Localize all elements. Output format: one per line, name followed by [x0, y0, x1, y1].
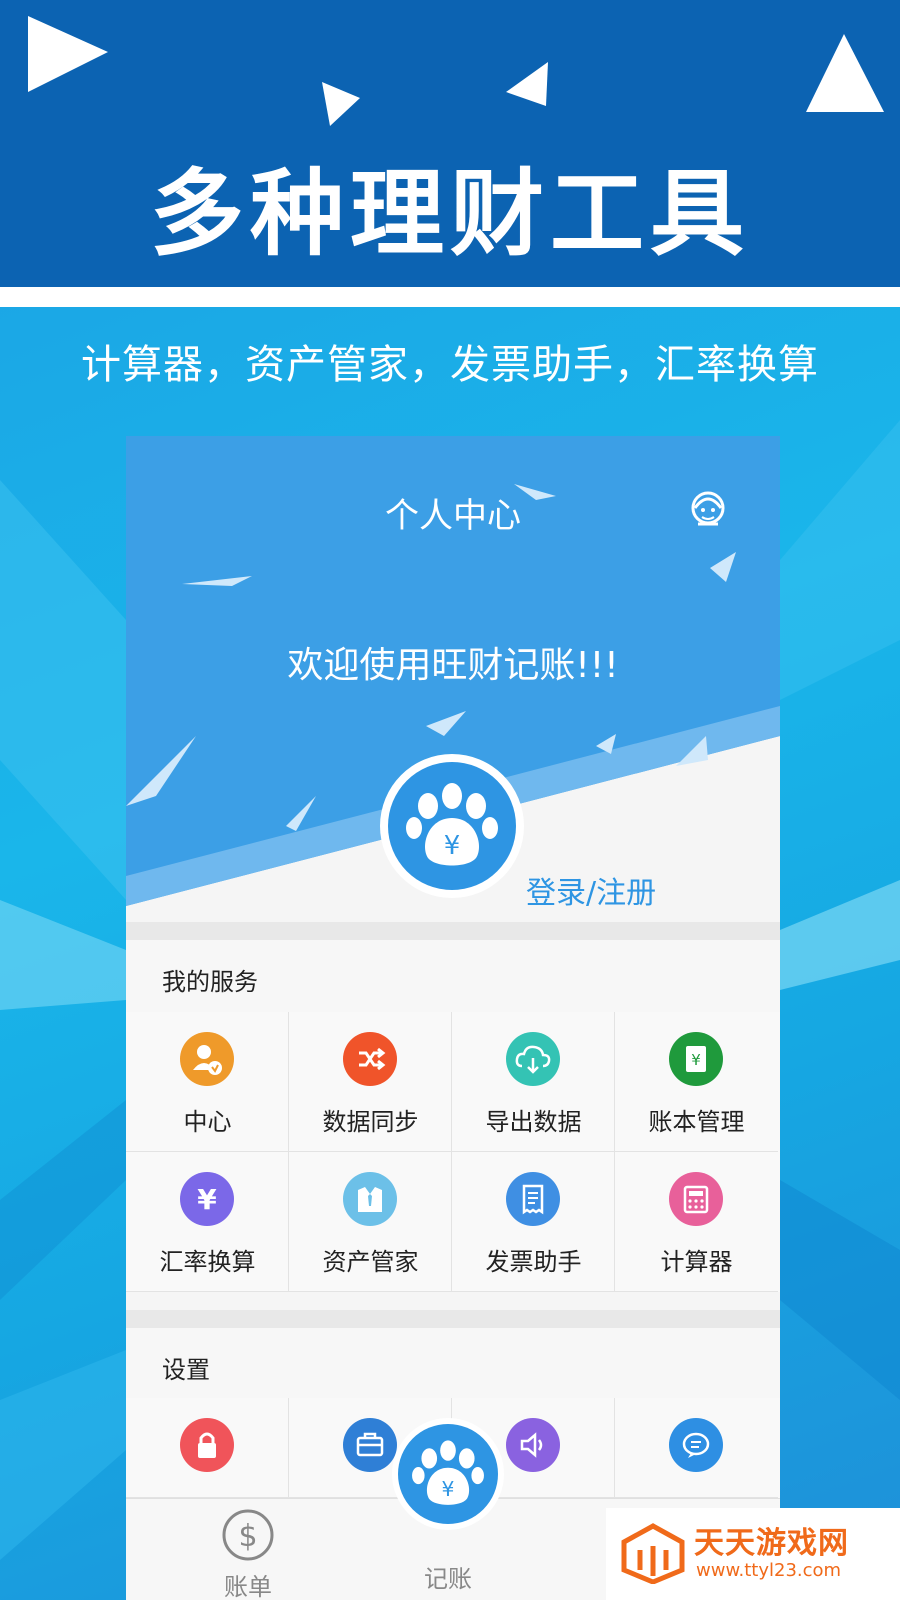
- cloud-download-icon: [506, 1032, 560, 1086]
- yen-icon: ¥: [180, 1172, 234, 1226]
- profile-hero: 个人中心 欢迎使用旺财记账!!! ¥ 登录/注册: [126, 436, 780, 956]
- tab-record-label: 记账: [424, 1565, 472, 1593]
- svg-text:¥: ¥: [197, 1183, 217, 1216]
- service-exchange-rate[interactable]: ¥ 汇率换算: [126, 1152, 289, 1292]
- services-title: 我的服务: [162, 968, 258, 996]
- service-label: 资产管家: [322, 1248, 419, 1276]
- settings-title: 设置: [162, 1356, 210, 1384]
- service-ledger-manage[interactable]: ¥ 账本管理: [615, 1012, 778, 1152]
- service-invoice-helper[interactable]: 发票助手: [452, 1152, 615, 1292]
- shuffle-icon: [343, 1032, 397, 1086]
- setting-feedback[interactable]: [615, 1398, 778, 1498]
- login-register-link[interactable]: 登录/注册: [526, 868, 656, 912]
- briefcase-icon: [343, 1418, 397, 1472]
- watermark-name: 天天游戏网: [694, 1526, 849, 1561]
- section-divider: [126, 922, 780, 940]
- services-header: 我的服务: [126, 940, 780, 1012]
- svg-text:¥: ¥: [691, 1051, 701, 1069]
- site-watermark: 天天游戏网 www.ttyl23.com: [606, 1508, 900, 1600]
- services-grid: 中心 数据同步 导出数据 ¥ 账本管理 ¥ 汇率换算 资产管家 发票助手 计算器: [126, 1012, 780, 1292]
- service-label: 中心: [183, 1108, 232, 1136]
- customer-service-icon[interactable]: [684, 486, 732, 534]
- service-label: 发票助手: [485, 1248, 582, 1276]
- speaker-icon: [506, 1418, 560, 1472]
- suit-icon: [343, 1172, 397, 1226]
- paw-logo-icon: ¥: [406, 783, 498, 866]
- service-label: 账本管理: [648, 1108, 745, 1136]
- svg-text:$: $: [238, 1519, 257, 1554]
- banner-headline: 多种理财工具: [149, 160, 750, 269]
- section-divider: [126, 1310, 780, 1328]
- banner-divider: [0, 287, 900, 307]
- banner-subline: 计算器，资产管家，发票助手，汇率换算: [81, 342, 819, 388]
- tab-bills[interactable]: $ 账单: [168, 1499, 328, 1600]
- service-asset-manager[interactable]: 资产管家: [289, 1152, 452, 1292]
- service-label: 导出数据: [485, 1108, 582, 1136]
- service-label: 汇率换算: [159, 1248, 256, 1276]
- ledger-yen-icon: ¥: [669, 1032, 723, 1086]
- service-center[interactable]: 中心: [126, 1012, 289, 1152]
- svg-text:¥: ¥: [442, 1477, 455, 1501]
- settings-header: 设置: [126, 1328, 780, 1398]
- watermark-logo-icon: [621, 1523, 685, 1584]
- svg-text:¥: ¥: [444, 831, 461, 861]
- dollar-coin-icon: $: [222, 1509, 274, 1561]
- paw-record-icon: ¥: [412, 1440, 484, 1505]
- welcome-text: 欢迎使用旺财记账!!!: [287, 645, 619, 686]
- chat-icon: [669, 1418, 723, 1472]
- service-label: 计算器: [660, 1248, 733, 1276]
- page-title: 个人中心: [385, 496, 521, 536]
- receipt-icon: [506, 1172, 560, 1226]
- record-fab-button[interactable]: ¥: [392, 1418, 504, 1530]
- lock-icon: [180, 1418, 234, 1472]
- service-export-data[interactable]: 导出数据: [452, 1012, 615, 1152]
- calculator-icon: [669, 1172, 723, 1226]
- service-calculator[interactable]: 计算器: [615, 1152, 778, 1292]
- setting-lock[interactable]: [126, 1398, 289, 1498]
- user-badge-icon: [180, 1032, 234, 1086]
- avatar[interactable]: ¥: [380, 754, 524, 898]
- service-data-sync[interactable]: 数据同步: [289, 1012, 452, 1152]
- tab-bills-label: 账单: [224, 1573, 272, 1600]
- phone-screen: 个人中心 欢迎使用旺财记账!!! ¥ 登录/注册 我的服务 中心 数据同步 导出…: [126, 436, 780, 1600]
- service-label: 数据同步: [322, 1108, 419, 1136]
- watermark-url: www.ttyl23.com: [696, 1560, 842, 1581]
- top-banner: 多种理财工具: [0, 0, 900, 287]
